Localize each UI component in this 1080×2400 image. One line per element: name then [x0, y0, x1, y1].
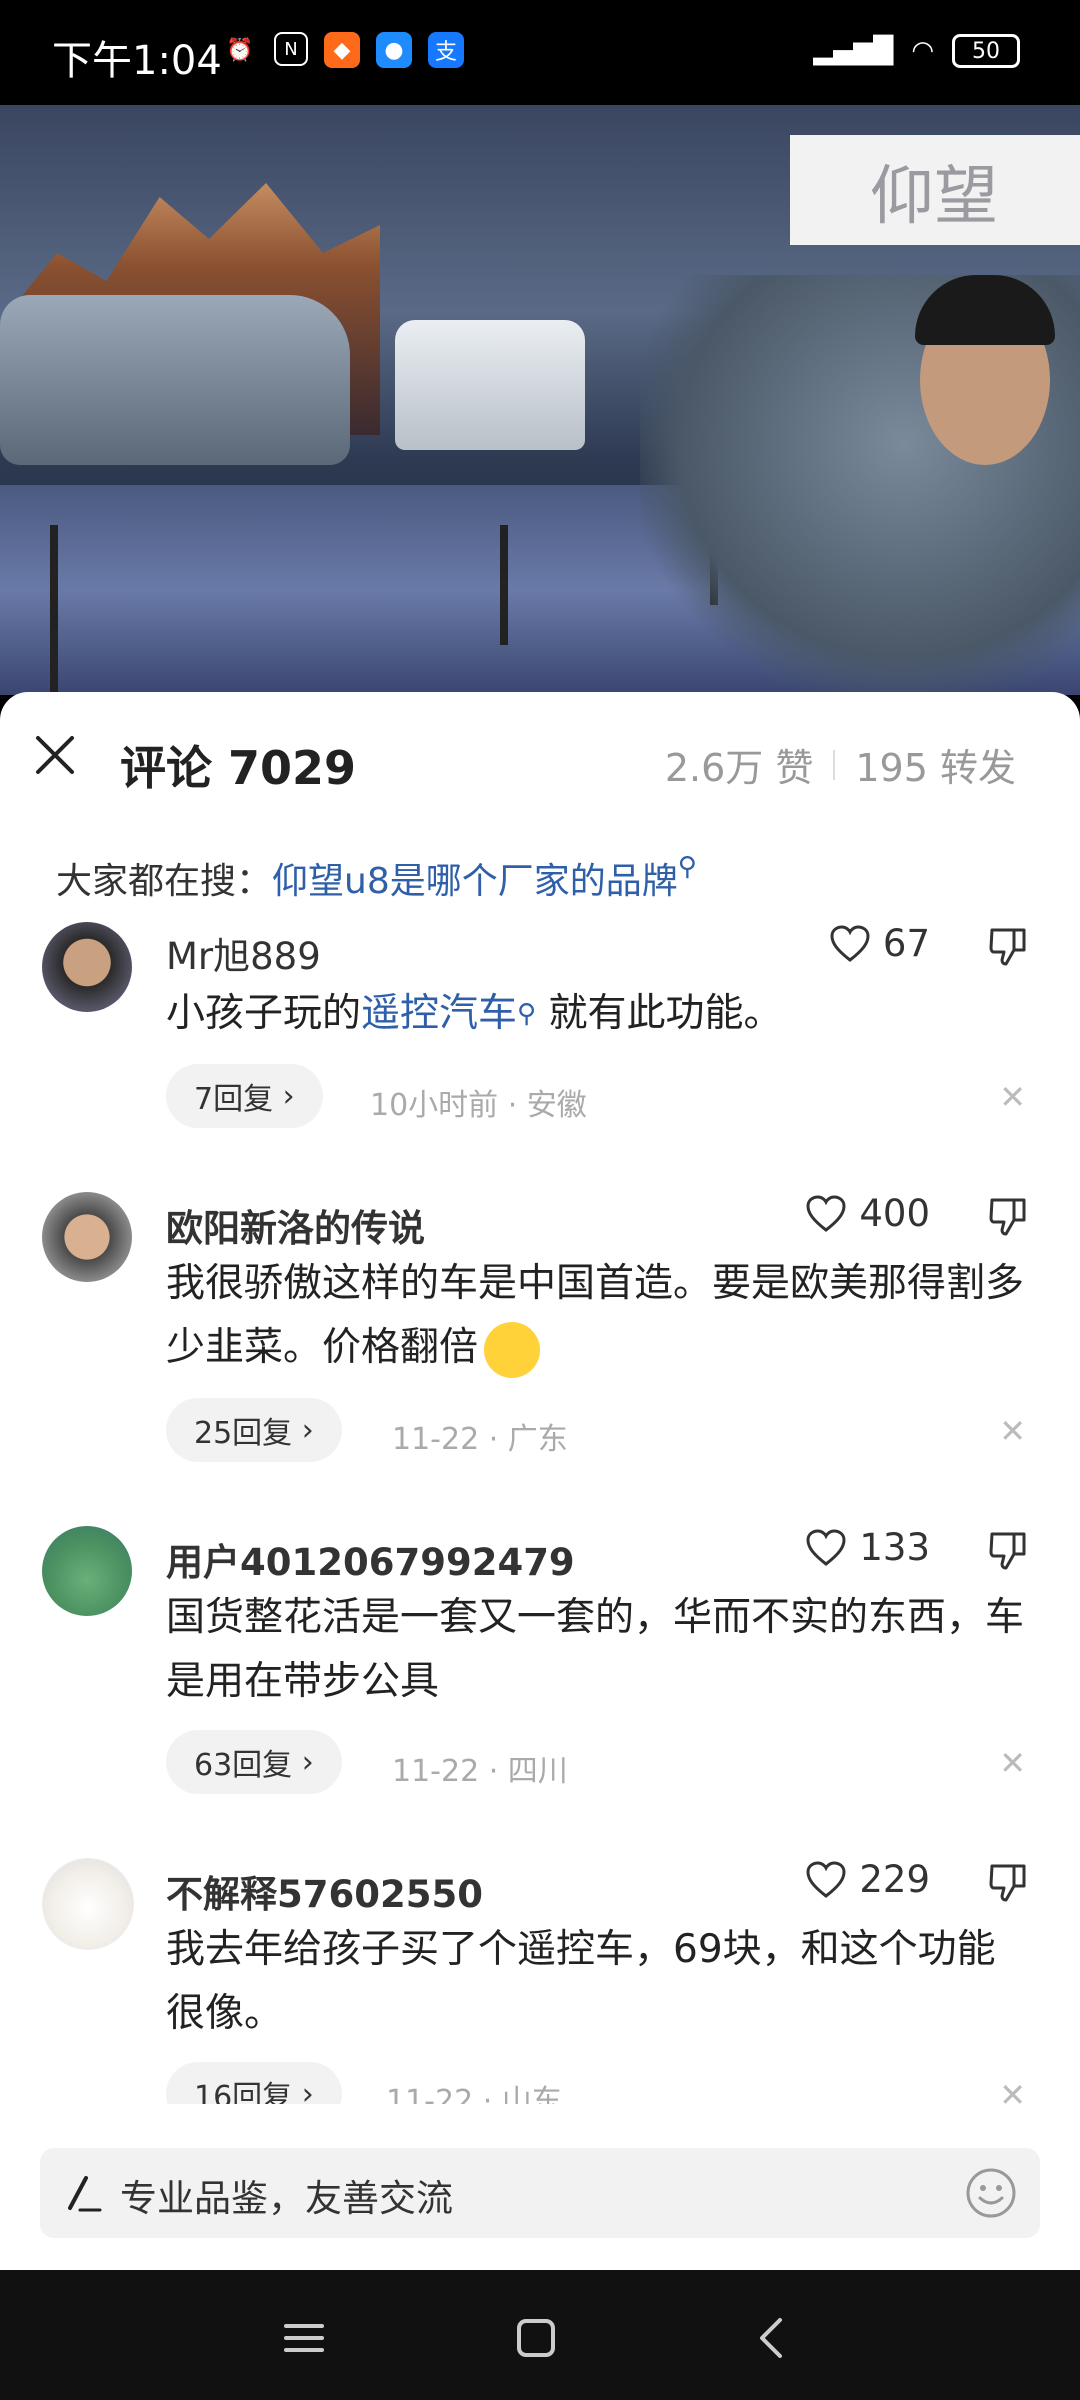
like-button[interactable]: 229: [805, 1858, 930, 1901]
home-icon[interactable]: [506, 2308, 566, 2368]
heart-icon: [830, 924, 870, 962]
username[interactable]: Mr旭889: [166, 926, 321, 980]
chevron-right-icon: ›: [301, 1744, 314, 1780]
nfc-icon: N: [274, 32, 308, 66]
comment-meta: 11-22 · 广东: [392, 1422, 568, 1457]
like-button[interactable]: 67: [829, 922, 930, 965]
dismiss-icon[interactable]: ✕: [999, 1078, 1026, 1116]
suv-car-image: [0, 295, 350, 465]
menu-icon[interactable]: [274, 2308, 334, 2368]
message-app-icon: ●: [376, 32, 412, 68]
comment-text-before: 小孩子玩的: [166, 991, 362, 1036]
post-stats: 2.6万 赞 195 转发: [665, 737, 1016, 792]
heart-icon: [806, 1194, 846, 1232]
comment-item: Mr旭889 67 小孩子玩的遥控汽车⚲ 就有此功能。 7回复 › 10小时前 …: [0, 922, 1080, 1172]
avatar[interactable]: [42, 1858, 134, 1950]
avatar[interactable]: [42, 922, 132, 1012]
status-bar: 下午1:04 ⏰ N ◆ ● 支 ▂▄▆█ ◠ 50: [0, 0, 1080, 105]
replies-button[interactable]: 16回复 ›: [166, 2062, 342, 2104]
like-count: 133: [859, 1526, 930, 1569]
like-button[interactable]: 400: [805, 1192, 930, 1235]
username[interactable]: 不解释57602550: [166, 1864, 483, 1918]
search-icon: ⚲: [677, 852, 697, 882]
stanchion: [50, 525, 58, 695]
divider: [833, 749, 836, 780]
wifi-icon: ◠: [911, 36, 934, 66]
likes-count: 2.6万 赞: [664, 746, 814, 790]
video-player[interactable]: 仰望: [0, 105, 1080, 695]
comment-meta: 11-22 · 山东: [386, 2084, 562, 2104]
trending-prefix: 大家都在搜：: [56, 861, 273, 902]
alipay-icon: 支: [428, 32, 464, 68]
system-navigation-bar: [0, 2270, 1080, 2400]
dislike-icon[interactable]: [986, 1860, 1030, 1904]
like-count: 67: [882, 922, 930, 965]
comment-body: 我很骄傲这样的车是中国首造。要是欧美那得割多少韭菜。价格翻倍: [166, 1261, 1025, 1370]
chevron-right-icon: ›: [282, 1078, 295, 1114]
comments-sheet: 评论 7029 2.6万 赞 195 转发 大家都在搜：仰望u8是哪个厂家的品牌…: [0, 692, 1080, 2272]
brand-sign-text: 仰望: [870, 160, 998, 234]
replies-count: 7回复: [194, 1082, 274, 1117]
dislike-icon[interactable]: [986, 924, 1030, 968]
like-button[interactable]: 133: [805, 1526, 930, 1569]
alarm-icon: ⏰: [226, 37, 254, 63]
comment-input-field[interactable]: 专业品鉴，友善交流: [40, 2148, 1040, 2238]
like-count: 229: [859, 1858, 930, 1901]
comment-text: 国货整花活是一套又一套的，华而不实的东西，车是用在带步公具: [166, 1595, 1025, 1704]
shares-count[interactable]: 195 转发: [855, 737, 1016, 792]
comment-meta: 10小时前 · 安徽: [370, 1088, 587, 1123]
emoji-icon[interactable]: [964, 2166, 1018, 2220]
pen-icon: [68, 2176, 102, 2212]
comment-item: 不解释57602550 229 我去年给孩子买了个遥控车，69块，和这个功能很像…: [0, 1854, 1080, 2104]
replies-button[interactable]: 7回复 ›: [166, 1064, 323, 1128]
close-icon[interactable]: [32, 732, 78, 778]
like-count: 400: [859, 1192, 930, 1235]
signal-icon: ▂▄▆█: [813, 36, 894, 66]
comments-header: 评论 7029 2.6万 赞 195 转发: [0, 692, 1080, 842]
avatar[interactable]: [42, 1526, 132, 1616]
username[interactable]: 欧阳新洛的传说: [166, 1198, 425, 1252]
heart-icon: [806, 1528, 846, 1566]
system-status: ▂▄▆█ ◠ 50: [813, 34, 1020, 68]
notification-icons: ⏰ N ◆ ● 支: [222, 32, 464, 68]
dismiss-icon[interactable]: ✕: [999, 2076, 1026, 2104]
dislike-icon[interactable]: [986, 1194, 1030, 1238]
comment-text-after: 就有此功能。: [536, 991, 783, 1036]
replies-count: 63回复: [194, 1748, 293, 1783]
dislike-icon[interactable]: [986, 1528, 1030, 1572]
input-placeholder: 专业品鉴，友善交流: [120, 2177, 453, 2220]
battery-level: 50: [972, 38, 1000, 64]
status-time: 下午1:04: [52, 38, 222, 84]
username[interactable]: 用户4012067992479: [166, 1532, 575, 1586]
comment-item: 欧阳新洛的传说 400 我很骄傲这样的车是中国首造。要是欧美那得割多少韭菜。价格…: [0, 1192, 1080, 1512]
trending-search: 大家都在搜：仰望u8是哪个厂家的品牌⚲: [56, 852, 697, 904]
replies-count: 16回复: [194, 2080, 293, 2104]
avatar[interactable]: [42, 1192, 132, 1282]
app-notification-icon: ◆: [324, 32, 360, 68]
chevron-right-icon: ›: [301, 2076, 314, 2105]
replies-button[interactable]: 63回复 ›: [166, 1730, 342, 1794]
crying-emoji-icon: [484, 1321, 541, 1378]
battery-icon: 50: [952, 34, 1020, 68]
white-suv-image: [395, 320, 585, 450]
comment-text: 小孩子玩的遥控汽车⚲ 就有此功能。: [166, 982, 1026, 1046]
replies-button[interactable]: 25回复 ›: [166, 1398, 342, 1462]
comment-text: 我很骄傲这样的车是中国首造。要是欧美那得割多少韭菜。价格翻倍: [166, 1252, 1026, 1380]
stanchion: [500, 525, 508, 645]
comment-search-link[interactable]: 遥控汽车: [361, 991, 517, 1036]
comment-text: 我去年给孩子买了个遥控车，69块，和这个功能很像。: [166, 1927, 996, 2036]
search-icon: ⚲: [517, 999, 537, 1029]
comment-meta: 11-22 · 四川: [392, 1754, 568, 1789]
replies-count: 25回复: [194, 1416, 293, 1451]
dismiss-icon[interactable]: ✕: [999, 1744, 1026, 1782]
comment-item: 用户4012067992479 133 国货整花活是一套又一套的，华而不实的东西…: [0, 1522, 1080, 1842]
chevron-right-icon: ›: [301, 1412, 314, 1448]
back-icon[interactable]: [742, 2308, 802, 2368]
comments-title: 评论 7029: [120, 741, 357, 795]
heart-icon: [806, 1860, 846, 1898]
dismiss-icon[interactable]: ✕: [999, 1412, 1026, 1450]
trending-query-link[interactable]: 仰望u8是哪个厂家的品牌: [272, 861, 678, 902]
